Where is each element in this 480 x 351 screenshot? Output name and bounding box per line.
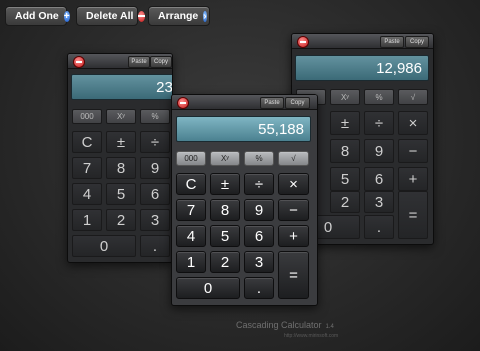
calculator-window-front[interactable]: Paste Copy 55,188 000 Xʸ % √ C ± ÷ × 7 8…	[171, 94, 318, 306]
key-sqrt[interactable]: √	[398, 89, 428, 105]
key-8[interactable]: 8	[210, 199, 240, 221]
key-divide[interactable]: ÷	[140, 131, 170, 153]
key-plus[interactable]: +	[398, 167, 428, 191]
key-plus[interactable]: +	[278, 225, 309, 247]
delete-all-label: Delete All	[86, 10, 134, 22]
copy-button[interactable]: Copy	[405, 36, 429, 48]
key-2[interactable]: 2	[210, 251, 240, 273]
key-multiply[interactable]: ×	[278, 173, 309, 195]
delete-all-button[interactable]: Delete All	[76, 6, 146, 26]
key-6[interactable]: 6	[364, 167, 394, 191]
arrow-right-circle-icon: ›	[203, 10, 207, 22]
key-power[interactable]: Xʸ	[330, 89, 360, 105]
key-2[interactable]: 2	[330, 191, 360, 213]
key-clear[interactable]: C	[176, 173, 206, 195]
key-3[interactable]: 3	[244, 251, 274, 273]
calculator-display: 12,986	[295, 55, 429, 81]
key-3[interactable]: 3	[364, 191, 394, 213]
key-3[interactable]: 3	[140, 209, 170, 231]
key-9[interactable]: 9	[140, 157, 170, 179]
add-one-label: Add One	[15, 10, 59, 22]
key-decimal[interactable]: .	[364, 215, 394, 239]
calculator-display: 23,668	[71, 74, 172, 100]
key-percent[interactable]: %	[140, 109, 170, 124]
key-equals[interactable]: =	[278, 251, 309, 299]
key-2[interactable]: 2	[106, 209, 136, 231]
key-plus-minus[interactable]: ±	[106, 131, 136, 153]
key-9[interactable]: 9	[364, 139, 394, 163]
close-calculator-button[interactable]	[177, 97, 189, 109]
key-1[interactable]: 1	[72, 209, 102, 231]
minus-circle-icon	[138, 10, 146, 22]
paste-button[interactable]: Paste	[128, 56, 150, 68]
key-0[interactable]: 0	[72, 235, 136, 257]
arrange-label: Arrange	[158, 10, 199, 22]
key-5[interactable]: 5	[106, 183, 136, 205]
calculator-display: 55,188	[176, 116, 311, 142]
key-7[interactable]: 7	[72, 157, 102, 179]
key-multiply[interactable]: ×	[398, 111, 428, 135]
calculator-window-left[interactable]: Paste Copy 23,668 000 Xʸ % C ± ÷ 7 8 9 4…	[67, 53, 173, 263]
calculator-titlebar[interactable]: Paste Copy	[292, 34, 433, 49]
app-version: 1.4	[325, 324, 334, 330]
calculator-titlebar[interactable]: Paste Copy	[172, 95, 317, 110]
paste-button[interactable]: Paste	[260, 97, 284, 109]
key-4[interactable]: 4	[176, 225, 206, 247]
calculator-titlebar[interactable]: Paste Copy	[68, 54, 172, 69]
key-equals[interactable]: =	[398, 191, 428, 239]
key-percent[interactable]: %	[364, 89, 394, 105]
key-6[interactable]: 6	[244, 225, 274, 247]
key-clear[interactable]: C	[72, 131, 102, 153]
key-0[interactable]: 0	[176, 277, 240, 299]
arrange-button[interactable]: Arrange ›	[148, 6, 210, 26]
key-minus[interactable]: −	[398, 139, 428, 163]
key-5[interactable]: 5	[210, 225, 240, 247]
key-plus-minus[interactable]: ±	[330, 111, 360, 135]
close-calculator-button[interactable]	[297, 36, 309, 48]
copy-button[interactable]: Copy	[150, 56, 172, 68]
key-decimal[interactable]: .	[140, 235, 170, 257]
key-plus-minus[interactable]: ±	[210, 173, 240, 195]
key-power[interactable]: Xʸ	[106, 109, 136, 124]
key-7[interactable]: 7	[176, 199, 206, 221]
app-title: Cascading Calculator 1.4	[236, 320, 334, 330]
key-divide[interactable]: ÷	[244, 173, 274, 195]
app-title-text: Cascading Calculator	[236, 320, 322, 330]
key-4[interactable]: 4	[72, 183, 102, 205]
key-power[interactable]: Xʸ	[210, 151, 240, 166]
key-divide[interactable]: ÷	[364, 111, 394, 135]
key-minus[interactable]: −	[278, 199, 309, 221]
paste-button[interactable]: Paste	[380, 36, 404, 48]
key-decimal[interactable]: .	[244, 277, 274, 299]
key-5[interactable]: 5	[330, 167, 360, 191]
key-1[interactable]: 1	[176, 251, 206, 273]
key-9[interactable]: 9	[244, 199, 274, 221]
app-url: http://www.mirinsoft.com	[284, 333, 339, 339]
copy-button[interactable]: Copy	[285, 97, 310, 109]
add-one-button[interactable]: Add One +	[5, 6, 70, 26]
plus-circle-icon: +	[63, 10, 70, 22]
key-8[interactable]: 8	[330, 139, 360, 163]
key-6[interactable]: 6	[140, 183, 170, 205]
key-percent[interactable]: %	[244, 151, 274, 166]
close-calculator-button[interactable]	[73, 56, 85, 68]
key-sqrt[interactable]: √	[278, 151, 309, 166]
key-000[interactable]: 000	[176, 151, 206, 166]
key-000[interactable]: 000	[72, 109, 102, 124]
key-8[interactable]: 8	[106, 157, 136, 179]
